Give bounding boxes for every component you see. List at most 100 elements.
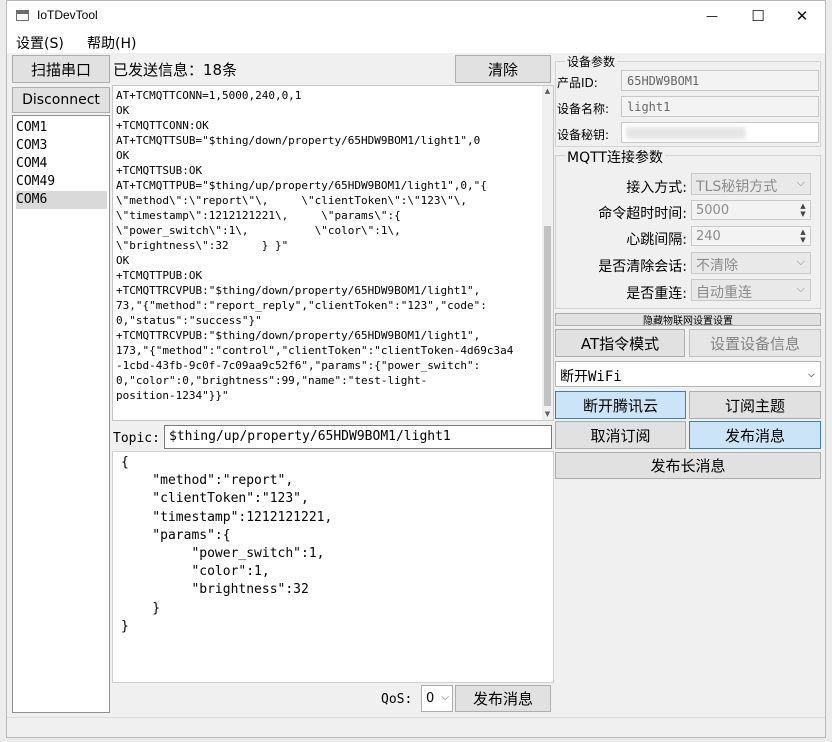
log-line: +TCMQTTRCVPUB:"$thing/down/property/65HD… xyxy=(116,329,481,342)
log-line: +TCMQTTRCVPUB:"$thing/down/property/65HD… xyxy=(116,284,481,297)
port-items: COM1 COM3 COM4 COM49 COM6 xyxy=(16,119,107,209)
log-line: \"brightness\":32 } }" xyxy=(116,239,289,252)
log-line: position-1234"}}" xyxy=(116,389,229,402)
port-item-com4[interactable]: COM4 xyxy=(16,155,107,173)
hide-iot-settings-button[interactable]: 隐藏物联网设置设置 xyxy=(555,313,821,327)
payload-line: "clientToken":"123", xyxy=(121,491,309,507)
device-params-title: 设备参数 xyxy=(565,53,618,70)
spinner-arrows-icon[interactable]: ▲ ▼ xyxy=(798,228,808,244)
qos-select[interactable]: 0 ⌵ xyxy=(421,685,453,712)
disconnect-tencent-cloud-button[interactable]: 断开腾讯云 xyxy=(555,391,686,419)
spinner-arrows-icon[interactable]: ▲ ▼ xyxy=(798,202,808,218)
publish-message-button[interactable]: 发布消息 xyxy=(689,421,821,449)
log-line: -1cbd-43fb-9c0f-7c09aa9c52f6","params":{… xyxy=(116,359,481,372)
heartbeat-label: 心跳间隔: xyxy=(626,232,687,248)
set-device-info-button[interactable]: 设置设备信息 xyxy=(689,329,821,357)
chevron-down-icon: ⌵ xyxy=(796,282,805,295)
device-secret-field[interactable] xyxy=(621,122,819,143)
log-line: OK xyxy=(116,254,130,267)
publish-long-message-button[interactable]: 发布长消息 xyxy=(555,452,821,479)
payload-line: "color":1, xyxy=(121,564,270,580)
payload-text: { "method":"report", "clientToken":"123"… xyxy=(121,454,332,636)
topic-input[interactable]: $thing/up/property/65HDW9BOM1/light1 xyxy=(164,425,552,449)
minimize-icon: — xyxy=(706,9,718,23)
log-line: +TCMQTTPUB:OK xyxy=(116,269,203,282)
sent-count-label: 已发送信息：18条 xyxy=(113,61,238,79)
payload-line: } xyxy=(121,618,129,634)
heartbeat-value: 240 xyxy=(696,229,721,244)
chevron-down-icon: ⌵ xyxy=(796,255,805,268)
port-item-com1[interactable]: COM1 xyxy=(16,119,107,137)
log-scrollbar[interactable]: ▲ ▼ xyxy=(542,86,553,420)
wifi-select[interactable]: 断开WiFi ⌵ xyxy=(555,361,821,387)
payload-line: { xyxy=(121,455,129,470)
access-label: 接入方式: xyxy=(626,180,687,196)
payload-editor[interactable]: { "method":"report", "clientToken":"123"… xyxy=(112,451,554,683)
product-id-label: 产品ID: xyxy=(557,76,598,90)
qos-label: QoS: xyxy=(381,692,413,707)
log-line: 173,"{"method":"control","clientToken":"… xyxy=(116,344,514,357)
clear-button[interactable]: 清除 xyxy=(455,55,551,83)
payload-line: "brightness":32 xyxy=(121,582,309,598)
subscribe-topic-button[interactable]: 订阅主题 xyxy=(689,391,821,419)
maximize-icon: ☐ xyxy=(751,7,765,25)
reconnect-value: 自动重连 xyxy=(696,285,752,301)
menu-bar: 设置(S) 帮助(H) xyxy=(7,31,825,53)
scroll-down-icon[interactable]: ▼ xyxy=(543,410,552,418)
chevron-down-icon: ⌵ xyxy=(796,176,805,189)
payload-line: "power_switch":1, xyxy=(121,546,325,562)
port-item-com6-selected[interactable]: COM6 xyxy=(16,191,107,209)
device-name-field[interactable]: light1 xyxy=(621,96,819,117)
window-title: IoTDevTool xyxy=(37,8,98,22)
topic-label: Topic: xyxy=(113,431,160,446)
payload-line: "timestamp":1212121221, xyxy=(121,509,333,525)
minimize-button[interactable]: — xyxy=(689,1,735,31)
log-line: OK xyxy=(116,104,130,117)
payload-publish-button[interactable]: 发布消息 xyxy=(455,685,551,712)
disconnect-button[interactable]: Disconnect xyxy=(12,87,110,113)
maximize-button[interactable]: ☐ xyxy=(735,1,781,31)
product-id-field[interactable]: 65HDW9BOM1 xyxy=(621,70,819,91)
timeout-value: 5000 xyxy=(696,203,730,218)
close-icon: ✕ xyxy=(795,7,809,25)
port-list: COM1 COM3 COM4 COM49 COM6 xyxy=(12,115,110,713)
unsubscribe-button[interactable]: 取消订阅 xyxy=(555,421,686,449)
payload-line: "params":{ xyxy=(121,527,231,543)
log-scrollbar-thumb[interactable] xyxy=(544,226,551,406)
payload-line: } xyxy=(121,600,161,616)
device-name-label: 设备名称: xyxy=(557,102,610,116)
timeout-spinbox[interactable]: 5000 ▲ ▼ xyxy=(691,200,811,220)
log-line: 73,"{"method":"report_reply","clientToke… xyxy=(116,299,487,312)
access-select[interactable]: TLS秘钥方式 ⌵ xyxy=(691,173,811,195)
menu-settings[interactable]: 设置(S) xyxy=(16,33,64,53)
log-line: OK xyxy=(116,149,130,162)
status-bar xyxy=(7,717,825,737)
at-mode-button[interactable]: AT指令模式 xyxy=(555,329,685,357)
device-secret-label: 设备秘钥: xyxy=(557,128,610,142)
app-window: IoTDevTool — ☐ ✕ 设置(S) 帮助(H) 扫描串口 Discon… xyxy=(6,0,826,738)
menu-help[interactable]: 帮助(H) xyxy=(87,33,136,53)
scan-ports-button[interactable]: 扫描串口 xyxy=(12,55,110,83)
clean-session-select[interactable]: 不清除 ⌵ xyxy=(691,252,811,274)
log-line: \"timestamp\":1212121221\, \"params\":{ xyxy=(116,209,401,222)
close-button[interactable]: ✕ xyxy=(779,1,825,31)
log-line: 0,"color":0,"brightness":99,"name":"test… xyxy=(116,374,428,387)
log-output[interactable]: AT+TCMQTTCONN=1,5000,240,0,1 OK +TCMQTTC… xyxy=(112,85,554,421)
payload-line: "method":"report", xyxy=(121,473,294,489)
title-bar: IoTDevTool — ☐ ✕ xyxy=(7,1,825,31)
reconnect-label: 是否重连: xyxy=(626,286,687,302)
clean-session-value: 不清除 xyxy=(696,258,738,274)
scroll-up-icon[interactable]: ▲ xyxy=(543,87,552,95)
log-line: \"power_switch\":1\, \"color\":1\, xyxy=(116,224,401,237)
log-line: \"method\":\"report\"\, \"clientToken\":… xyxy=(116,194,467,207)
log-line: +TCMQTTCONN:OK xyxy=(116,119,209,132)
qos-value: 0 xyxy=(426,691,435,706)
timeout-label: 命令超时时间: xyxy=(598,206,687,222)
heartbeat-spinbox[interactable]: 240 ▲ ▼ xyxy=(691,226,811,246)
reconnect-select[interactable]: 自动重连 ⌵ xyxy=(691,279,811,301)
log-line: 0,"status":"success"}" xyxy=(116,314,262,327)
port-item-com49[interactable]: COM49 xyxy=(16,173,107,191)
log-line: AT+TCMQTTCONN=1,5000,240,0,1 xyxy=(116,89,302,102)
log-line: AT+TCMQTTSUB="$thing/down/property/65HDW… xyxy=(116,134,481,147)
port-item-com3[interactable]: COM3 xyxy=(16,137,107,155)
